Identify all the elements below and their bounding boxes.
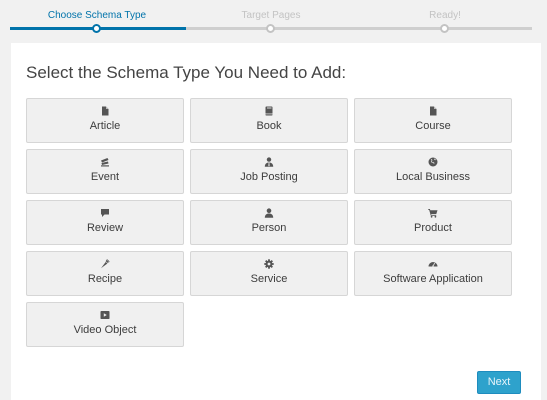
schema-type-label: Course: [415, 120, 451, 132]
schema-type-label: Event: [90, 171, 120, 183]
schema-type-label: Local Business: [396, 171, 470, 183]
schema-type-person[interactable]: Person: [190, 200, 348, 245]
schema-type-video-object[interactable]: Video Object: [26, 302, 184, 347]
globe-icon: [355, 156, 511, 168]
schema-type-label: Article: [89, 120, 121, 132]
document-icon: [355, 105, 511, 117]
step-label-ready: Ready!: [429, 10, 461, 21]
page-title: Select the Schema Type You Need to Add:: [26, 63, 347, 82]
schema-type-job-posting[interactable]: Job Posting: [190, 149, 348, 194]
schema-type-review[interactable]: Review: [26, 200, 184, 245]
schema-type-local-business[interactable]: Local Business: [354, 149, 512, 194]
video-icon: [27, 309, 183, 321]
schema-type-label: Book: [256, 120, 282, 132]
person-icon: [191, 207, 347, 219]
schema-type-label: Video Object: [73, 324, 137, 336]
ticket-icon: [27, 156, 183, 168]
step-dot-choose-schema-type: [92, 24, 101, 33]
schema-type-software-application[interactable]: Software Application: [354, 251, 512, 296]
schema-type-recipe[interactable]: Recipe: [26, 251, 184, 296]
step-dot-ready: [440, 24, 449, 33]
schema-type-label: Person: [251, 222, 287, 234]
schema-type-label: Software Application: [383, 273, 483, 285]
gear-icon: [191, 258, 347, 270]
schema-type-course[interactable]: Course: [354, 98, 512, 143]
step-label-target-pages: Target Pages: [241, 10, 301, 21]
schema-type-book[interactable]: Book: [190, 98, 348, 143]
schema-type-label: Service: [250, 273, 288, 285]
schema-type-label: Job Posting: [240, 171, 298, 183]
speedometer-icon: [355, 258, 511, 270]
progress-track-remaining: [186, 27, 532, 30]
schema-type-label: Product: [414, 222, 452, 234]
schema-type-product[interactable]: Product: [354, 200, 512, 245]
schema-type-label: Recipe: [87, 273, 123, 285]
next-button[interactable]: Next: [477, 371, 521, 394]
progress-stepper: Choose Schema Type Target Pages Ready!: [0, 0, 547, 40]
schema-selection-card: Select the Schema Type You Need to Add: …: [11, 43, 541, 400]
step-label-choose-schema-type: Choose Schema Type: [47, 10, 147, 21]
carrot-icon: [27, 258, 183, 270]
schema-type-service[interactable]: Service: [190, 251, 348, 296]
comment-icon: [27, 207, 183, 219]
user-tie-icon: [191, 156, 347, 168]
cart-icon: [355, 207, 511, 219]
step-dot-target-pages: [266, 24, 275, 33]
document-icon: [27, 105, 183, 117]
schema-type-event[interactable]: Event: [26, 149, 184, 194]
book-icon: [191, 105, 347, 117]
schema-type-label: Review: [86, 222, 124, 234]
schema-type-article[interactable]: Article: [26, 98, 184, 143]
